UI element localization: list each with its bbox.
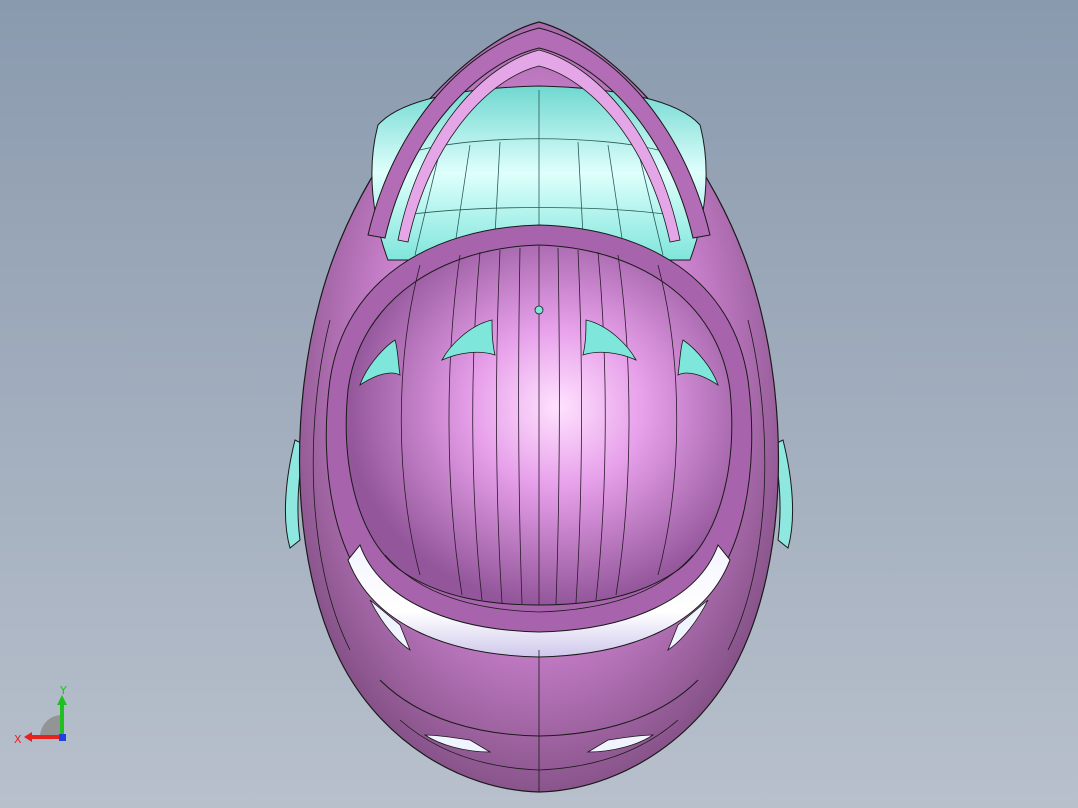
triad-plane-shading	[40, 715, 62, 737]
top-center-hole	[534, 305, 544, 315]
coordinate-triad: Y X	[14, 685, 67, 746]
helmet-model[interactable]	[0, 0, 1078, 808]
z-axis	[59, 734, 66, 741]
3d-viewport[interactable]: Y X	[0, 0, 1078, 808]
x-axis-label: X	[14, 733, 22, 746]
y-axis-label: Y	[59, 685, 67, 697]
